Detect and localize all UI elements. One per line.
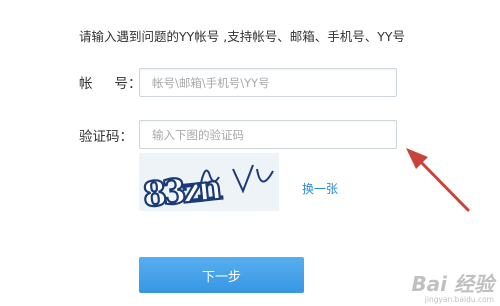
account-label: 帐 号： [79,72,142,92]
account-input[interactable] [139,68,397,97]
account-label-part2: 号： [114,76,142,92]
captcha-noise-u [256,168,274,183]
captcha-image-graphic: 83zn [140,164,274,211]
captcha-characters: 83zn [141,168,223,211]
refresh-captcha-link[interactable]: 换一张 [302,180,338,197]
captcha-image: 83zn [139,153,279,211]
annotation-arrow-head [406,148,428,169]
instruction-text: 请输入遇到问题的YY帐号 ,支持帐号、邮箱、手机号、YY号 [79,29,405,44]
annotation-arrow-shaft [413,154,470,212]
captcha-noise-v [232,164,254,194]
watermark: Bai 经验 jingyan.baidu.com [411,273,494,304]
captcha-label: 验证码： [79,129,133,145]
account-label-part1: 帐 [79,76,93,92]
captcha-input[interactable] [139,120,397,149]
watermark-brand: Bai 经验 [411,272,494,296]
watermark-url: jingyan.baidu.com [424,295,494,304]
next-step-button[interactable]: 下一步 [139,257,304,293]
